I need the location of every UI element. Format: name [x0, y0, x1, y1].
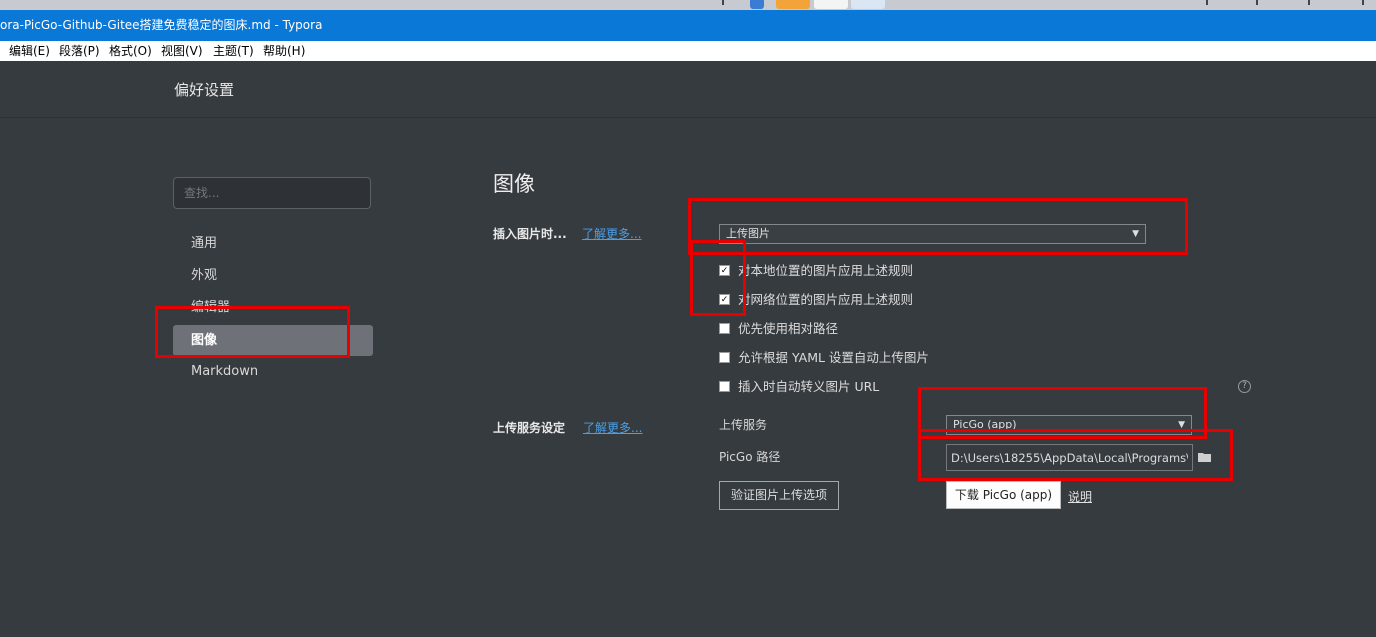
learn-more-link[interactable]: 了解更多... — [583, 419, 642, 436]
upload-service-value: PicGo (app) — [953, 418, 1017, 431]
chevron-down-icon: ▼ — [1178, 420, 1185, 430]
checkbox[interactable] — [719, 381, 730, 392]
taskbar-mark — [722, 0, 724, 5]
menu-view[interactable]: 视图(V) — [161, 41, 203, 61]
checkbox[interactable] — [719, 323, 730, 334]
option-label: 优先使用相对路径 — [738, 321, 839, 336]
upload-service-select[interactable]: PicGo (app) ▼ — [946, 415, 1192, 435]
help-icon[interactable]: ? — [1238, 380, 1251, 393]
checkbox[interactable]: ✓ — [719, 265, 730, 276]
search-input[interactable] — [174, 178, 370, 208]
folder-icon[interactable] — [1198, 452, 1211, 462]
picgo-path-label: PicGo 路径 — [719, 450, 781, 464]
checkbox[interactable]: ✓ — [719, 294, 730, 305]
taskbar-mark — [1206, 0, 1208, 5]
chevron-down-icon: ▼ — [1132, 229, 1139, 239]
window-title: ora-PicGo-Github-Gitee搭建免费稳定的图床.md - Typ… — [0, 18, 323, 32]
picgo-path-input[interactable] — [947, 445, 1192, 470]
menu-help[interactable]: 帮助(H) — [263, 41, 305, 61]
taskbar-mark — [1256, 0, 1258, 5]
sidebar-item-markdown[interactable]: Markdown — [173, 356, 373, 387]
insert-image-label: 插入图片时... — [493, 227, 567, 241]
menu-paragraph[interactable]: 段落(P) — [59, 41, 100, 61]
sidebar-item-image[interactable]: 图像 — [173, 325, 373, 356]
learn-more-link[interactable]: 了解更多... — [582, 225, 641, 242]
search-box[interactable] — [173, 177, 371, 209]
download-picgo-button[interactable]: 下载 PicGo (app) — [946, 481, 1061, 509]
taskbar-app-icon[interactable] — [776, 0, 810, 9]
os-taskbar — [0, 0, 1376, 10]
option-label: 允许根据 YAML 设置自动上传图片 — [738, 350, 929, 365]
taskbar-app-icon[interactable] — [814, 0, 848, 9]
checkbox[interactable] — [719, 352, 730, 363]
picgo-path-field[interactable] — [946, 444, 1193, 471]
window-titlebar[interactable]: ora-PicGo-Github-Gitee搭建免费稳定的图床.md - Typ… — [0, 10, 1376, 41]
verify-upload-button[interactable]: 验证图片上传选项 — [719, 481, 839, 510]
taskbar-app-icon[interactable] — [851, 0, 885, 9]
explain-link[interactable]: 说明 — [1068, 488, 1092, 505]
insert-action-select[interactable]: 上传图片 ▼ — [719, 224, 1146, 244]
option-label: 对本地位置的图片应用上述规则 — [738, 263, 914, 278]
menu-format[interactable]: 格式(O) — [109, 41, 152, 61]
menu-edit[interactable]: 编辑(E) — [9, 41, 50, 61]
sidebar-item-appearance[interactable]: 外观 — [173, 260, 373, 291]
taskbar-mark — [1362, 0, 1364, 5]
upload-service-label: 上传服务 — [719, 418, 768, 432]
insert-action-value: 上传图片 — [726, 227, 770, 240]
sidebar-item-editor[interactable]: 编辑器 — [173, 292, 373, 323]
taskbar-app-icon[interactable] — [750, 0, 764, 9]
section-title: 图像 — [493, 172, 535, 196]
sidebar-item-general[interactable]: 通用 — [173, 228, 373, 259]
taskbar-mark — [1308, 0, 1310, 5]
option-label: 对网络位置的图片应用上述规则 — [738, 292, 914, 307]
menu-theme[interactable]: 主题(T) — [213, 41, 254, 61]
preferences-header: 偏好设置 — [0, 61, 1376, 118]
option-label: 插入时自动转义图片 URL — [738, 379, 880, 394]
upload-service-settings-label: 上传服务设定 — [493, 421, 566, 435]
menu-bar: 编辑(E) 段落(P) 格式(O) 视图(V) 主题(T) 帮助(H) — [0, 41, 1376, 61]
page-title: 偏好设置 — [174, 81, 235, 99]
